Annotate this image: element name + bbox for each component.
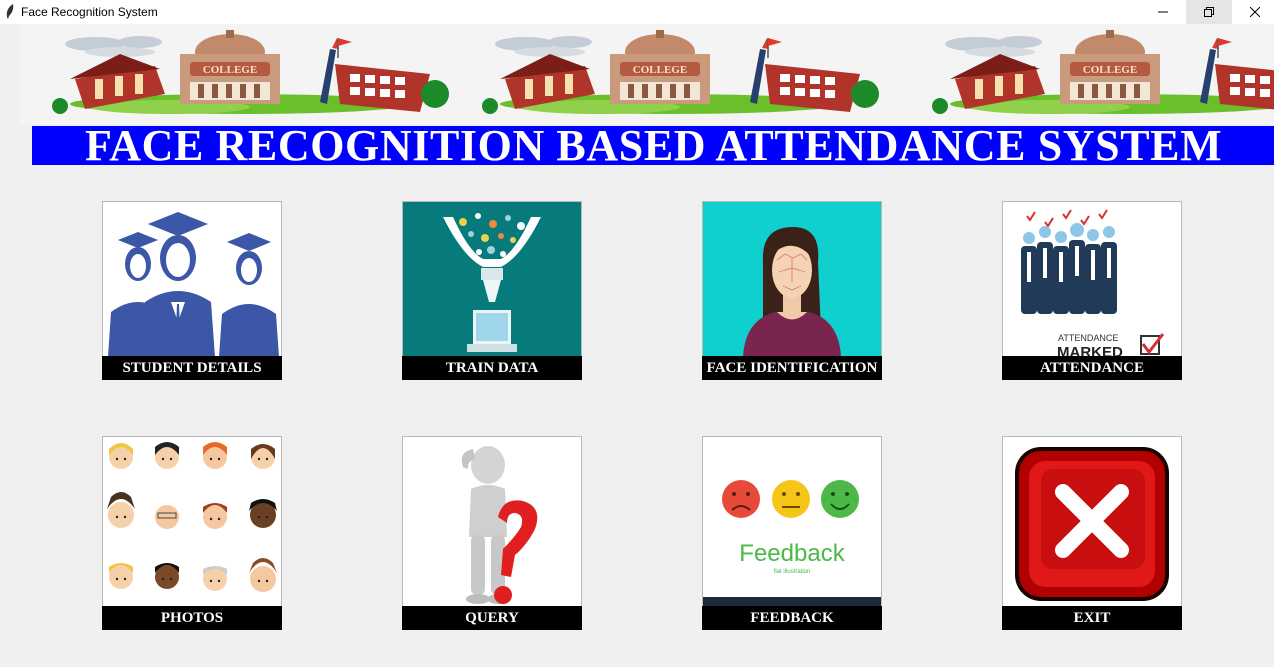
page-title: FACE RECOGNITION BASED ATTENDANCE SYSTEM — [85, 126, 1223, 165]
close-icon — [1250, 7, 1260, 17]
window-title: Face Recognition System — [21, 5, 158, 19]
exit-tile[interactable]: EXIT — [1002, 436, 1182, 630]
maximize-button[interactable] — [1186, 0, 1232, 24]
window-titlebar: Face Recognition System — [0, 0, 1274, 24]
train-data-tile[interactable]: TRAIN DATA — [402, 201, 582, 380]
attendance-image-text: ATTENDANCE — [1058, 333, 1118, 343]
attendance-marked-icon[interactable]: ATTENDANCE MARKED — [1002, 201, 1182, 358]
faces-grid-icon[interactable] — [102, 436, 282, 608]
face-identification-tile[interactable]: FACE IDENTIFICATION — [702, 201, 882, 380]
graduates-icon[interactable] — [102, 201, 282, 358]
student-details-button[interactable]: STUDENT DETAILS — [102, 356, 282, 380]
data-funnel-icon[interactable] — [402, 201, 582, 358]
train-data-button[interactable]: TRAIN DATA — [402, 356, 582, 380]
feedback-image-text: Feedback — [739, 540, 845, 567]
query-tile[interactable]: QUERY — [402, 436, 582, 630]
minimize-icon — [1158, 11, 1168, 13]
feedback-image-subtext: flat illustration — [774, 569, 811, 575]
query-button[interactable]: QUERY — [402, 606, 582, 630]
question-person-icon[interactable] — [402, 436, 582, 608]
minimize-button[interactable] — [1140, 0, 1186, 24]
feather-icon — [6, 4, 14, 19]
attendance-tile[interactable]: ATTENDANCE MARKED ATTENDANCE — [1002, 201, 1182, 380]
face-scan-icon[interactable] — [702, 201, 882, 358]
face-identification-button[interactable]: FACE IDENTIFICATION — [702, 356, 882, 380]
exit-button[interactable]: EXIT — [1002, 606, 1182, 630]
feedback-smileys-icon[interactable]: Feedback flat illustration — [702, 436, 882, 608]
exit-x-icon[interactable] — [1002, 436, 1182, 608]
student-details-tile[interactable]: STUDENT DETAILS — [102, 201, 282, 380]
photos-tile[interactable]: PHOTOS — [102, 436, 282, 630]
attendance-button[interactable]: ATTENDANCE — [1002, 356, 1182, 380]
title-banner: FACE RECOGNITION BASED ATTENDANCE SYSTEM — [32, 126, 1274, 165]
restore-icon — [1204, 7, 1214, 17]
photos-button[interactable]: PHOTOS — [102, 606, 282, 630]
feedback-button[interactable]: FEEDBACK — [702, 606, 882, 630]
close-button[interactable] — [1232, 0, 1274, 24]
feedback-tile[interactable]: Feedback flat illustration FEEDBACK — [702, 436, 882, 630]
college-banner: COLLEGE — [20, 24, 1274, 124]
